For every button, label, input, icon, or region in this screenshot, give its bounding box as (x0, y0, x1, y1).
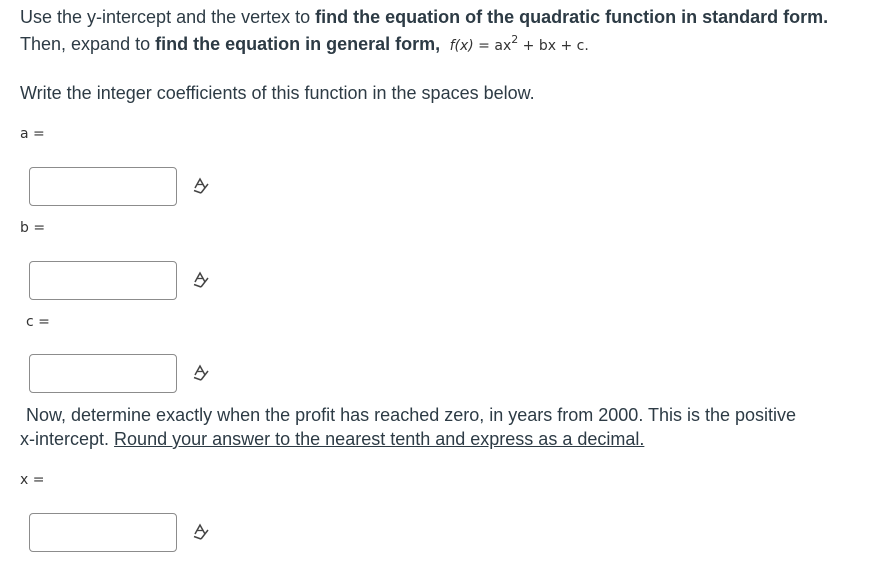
equation-editor-icon[interactable] (192, 364, 210, 384)
a-answer-input[interactable] (29, 167, 177, 206)
a-label: a = (20, 126, 45, 142)
equation-editor-icon[interactable] (192, 177, 210, 197)
c-label: c = (26, 314, 50, 330)
equation-editor-icon (193, 271, 209, 288)
b-label: b = (20, 220, 46, 236)
coefficient-prompt: Write the integer coefficients of this f… (20, 83, 535, 103)
instruction-line-2: Then, expand to find the equation in gen… (20, 31, 589, 60)
instruction-bold-text: find the equation of the quadratic funct… (315, 7, 829, 27)
instruction-line-1: Use the y-intercept and the vertex to fi… (20, 4, 828, 30)
part2-text: x-intercept. (20, 429, 115, 449)
instruction-text: Use the y-intercept and the vertex to (20, 7, 316, 27)
equation-editor-icon[interactable] (192, 523, 210, 543)
equation-editor-icon[interactable] (192, 271, 210, 291)
equation-editor-icon (193, 364, 209, 381)
instruction-bold-text: find the equation in general form, (155, 34, 441, 54)
b-answer-input[interactable] (29, 261, 177, 300)
c-answer-input[interactable] (29, 354, 177, 393)
x-answer-input[interactable] (29, 513, 177, 552)
part2-line-2: x-intercept. Round your answer to the ne… (20, 426, 644, 452)
equation-editor-icon (193, 523, 209, 540)
instruction-text: Then, expand to (20, 34, 156, 54)
part2-line-1: Now, determine exactly when the profit h… (26, 405, 797, 425)
equation-editor-icon (193, 177, 209, 194)
x-label: x = (20, 472, 45, 488)
rounding-instruction: Round your answer to the nearest tenth a… (114, 429, 645, 449)
general-form-formula: f(x) = ax2 + bx + c. (449, 33, 589, 54)
